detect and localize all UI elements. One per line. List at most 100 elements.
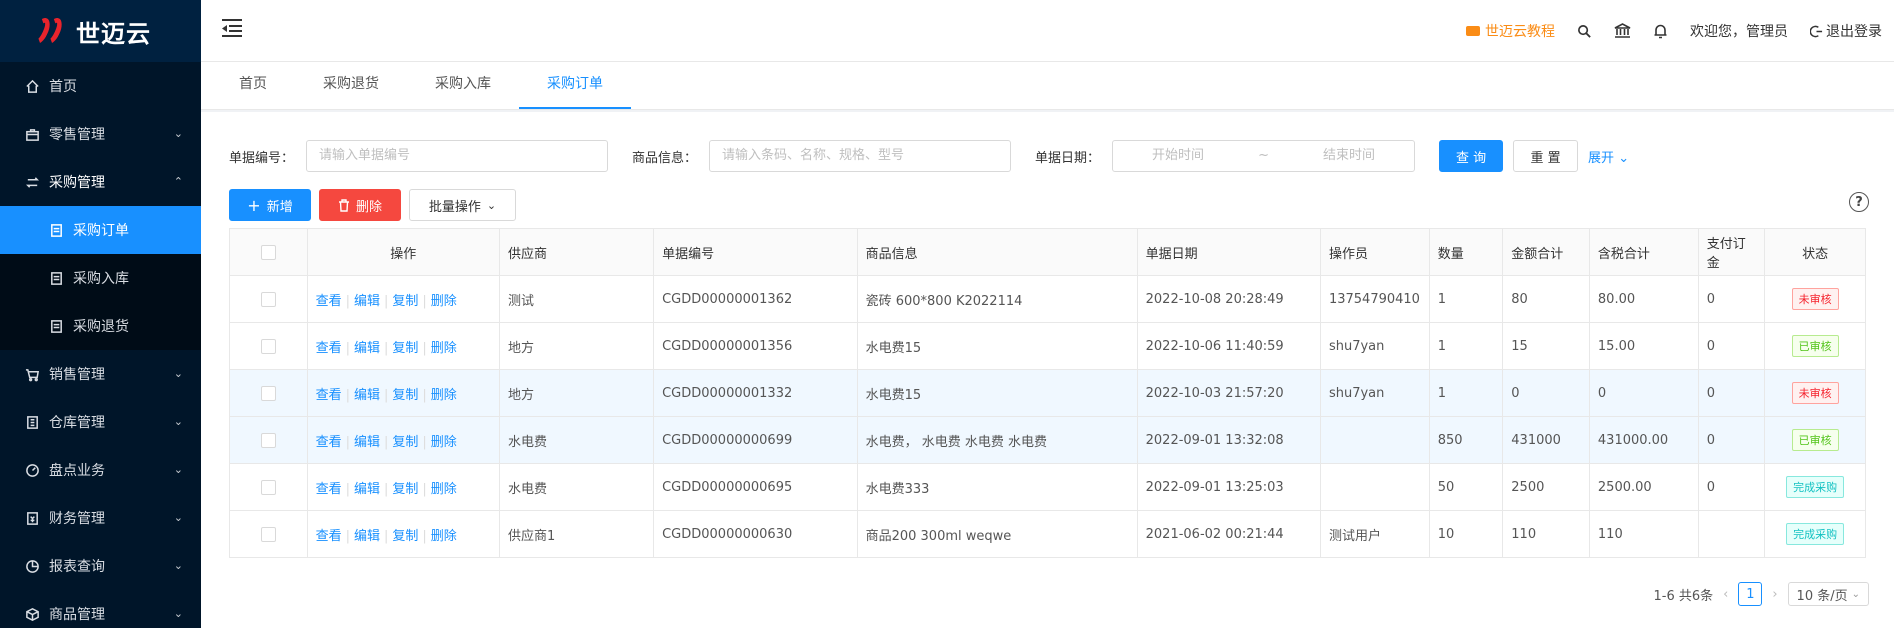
copy-link[interactable]: 复制 bbox=[392, 435, 418, 450]
view-link[interactable]: 查看 bbox=[316, 341, 342, 356]
select-all-checkbox[interactable] bbox=[260, 244, 276, 260]
end-date-input[interactable]: 结束时间 bbox=[1323, 141, 1375, 171]
page-number[interactable]: 1 bbox=[1738, 582, 1763, 606]
delete-link[interactable]: 删除 bbox=[431, 341, 457, 356]
sidebar-item-retail[interactable]: 零售管理 ⌄ bbox=[0, 110, 201, 158]
page-size-select[interactable]: 10 条/页 ⌄ bbox=[1787, 582, 1869, 606]
chevron-down-icon: ⌄ bbox=[173, 511, 183, 524]
tutorial-link[interactable]: 世迈云教程 bbox=[1466, 21, 1555, 41]
sidebar-item-label: 销售管理 bbox=[49, 367, 105, 383]
view-link[interactable]: 查看 bbox=[316, 529, 342, 544]
expand-link[interactable]: 展开 ⌄ bbox=[1588, 147, 1629, 166]
sidebar-item-label: 仓库管理 bbox=[49, 415, 105, 431]
sidebar-item-warehouse[interactable]: 仓库管理 ⌄ bbox=[0, 398, 201, 446]
cell-no: CGDD00000001356 bbox=[653, 322, 858, 370]
sidebar-item-purchase-return[interactable]: 采购退货 bbox=[0, 302, 201, 350]
edit-link[interactable]: 编辑 bbox=[354, 529, 380, 544]
bank-icon[interactable] bbox=[1614, 23, 1631, 39]
action-separator: | bbox=[345, 387, 350, 403]
view-link[interactable]: 查看 bbox=[316, 294, 342, 309]
trash-icon bbox=[338, 198, 349, 212]
chevron-down-icon: ⌄ bbox=[486, 198, 497, 212]
edit-link[interactable]: 编辑 bbox=[354, 435, 380, 450]
view-link[interactable]: 查看 bbox=[316, 388, 342, 403]
row-checkbox[interactable] bbox=[260, 526, 276, 542]
cell-status: 完成采购 bbox=[1764, 463, 1866, 511]
doc-no-input[interactable]: 请输入单据编号 bbox=[306, 140, 609, 172]
row-checkbox[interactable] bbox=[260, 291, 276, 307]
sidebar-item-inventory[interactable]: 盘点业务 ⌄ bbox=[0, 446, 201, 494]
row-checkbox[interactable] bbox=[260, 385, 276, 401]
cell-supplier: 地方 bbox=[498, 369, 655, 417]
next-page-icon[interactable]: › bbox=[1772, 587, 1777, 602]
plus-icon: + bbox=[247, 195, 261, 215]
tab-purchase-return[interactable]: 采购退货 bbox=[295, 65, 407, 109]
status-badge: 完成采购 bbox=[1786, 523, 1845, 545]
add-button[interactable]: + 新增 bbox=[229, 189, 311, 221]
delete-button[interactable]: 删除 bbox=[319, 189, 401, 221]
sidebar-item-purchase-in[interactable]: 采购入库 bbox=[0, 254, 201, 302]
query-button[interactable]: 查 询 bbox=[1439, 140, 1504, 172]
column-header: 支付订金 bbox=[1697, 228, 1766, 276]
tab-purchase-in[interactable]: 采购入库 bbox=[407, 65, 519, 109]
gauge-icon bbox=[24, 462, 40, 478]
sidebar-item-label: 财务管理 bbox=[49, 511, 105, 527]
copy-link[interactable]: 复制 bbox=[392, 482, 418, 497]
sidebar-item-home[interactable]: 首页 bbox=[0, 62, 201, 110]
copy-link[interactable]: 复制 bbox=[392, 294, 418, 309]
row-actions: 查看 | 编辑 | 复制 | 删除 bbox=[306, 510, 500, 558]
cell-amount: 0 bbox=[1502, 369, 1590, 417]
action-separator: | bbox=[383, 528, 389, 544]
status-badge: 未审核 bbox=[1791, 288, 1839, 310]
date-range-picker[interactable]: 开始时间 ~ 结束时间 bbox=[1112, 140, 1416, 172]
row-checkbox[interactable] bbox=[260, 432, 276, 448]
tab-home[interactable]: 首页 bbox=[211, 65, 295, 109]
cell-operator bbox=[1319, 463, 1430, 511]
status-badge: 已审核 bbox=[1791, 335, 1839, 357]
edit-link[interactable]: 编辑 bbox=[354, 341, 380, 356]
start-date-input[interactable]: 开始时间 bbox=[1152, 141, 1204, 171]
edit-link[interactable]: 编辑 bbox=[354, 294, 380, 309]
sidebar-item-reports[interactable]: 报表查询 ⌄ bbox=[0, 542, 201, 590]
tab-purchase-order[interactable]: 采购订单 bbox=[519, 65, 631, 109]
cart-icon bbox=[24, 366, 40, 382]
action-separator: | bbox=[422, 481, 427, 497]
sidebar-item-goods[interactable]: 商品管理 ⌄ bbox=[0, 590, 201, 628]
sidebar-item-purchase[interactable]: 采购管理 ⌃ bbox=[0, 158, 201, 206]
row-checkbox[interactable] bbox=[260, 479, 276, 495]
cell-amount: 80 bbox=[1502, 275, 1590, 323]
prev-page-icon[interactable]: ‹ bbox=[1723, 587, 1728, 602]
menu-fold-icon[interactable] bbox=[221, 18, 243, 38]
copy-link[interactable]: 复制 bbox=[392, 341, 418, 356]
delete-link[interactable]: 删除 bbox=[431, 294, 457, 309]
sidebar-item-sales[interactable]: 销售管理 ⌄ bbox=[0, 350, 201, 398]
page-size-label: 10 条/页 bbox=[1796, 588, 1848, 604]
goods-input[interactable]: 请输入条码、名称、规格、型号 bbox=[709, 140, 1012, 172]
edit-link[interactable]: 编辑 bbox=[354, 482, 380, 497]
view-link[interactable]: 查看 bbox=[316, 482, 342, 497]
sidebar-item-finance[interactable]: 财务管理 ⌄ bbox=[0, 494, 201, 542]
edit-link[interactable]: 编辑 bbox=[354, 388, 380, 403]
view-link[interactable]: 查看 bbox=[316, 435, 342, 450]
filter-bar: 单据编号： 请输入单据编号 商品信息： 请输入条码、名称、规格、型号 单据日期：… bbox=[229, 140, 1894, 172]
copy-link[interactable]: 复制 bbox=[392, 529, 418, 544]
delete-link[interactable]: 删除 bbox=[431, 482, 457, 497]
batch-actions-dropdown[interactable]: 批量操作 ⌄ bbox=[409, 189, 516, 221]
brand-logo[interactable]: 世迈云 bbox=[0, 0, 201, 62]
sidebar-item-purchase-order[interactable]: 采购订单 bbox=[0, 206, 201, 254]
column-header: 单据日期 bbox=[1136, 228, 1321, 276]
copy-link[interactable]: 复制 bbox=[392, 388, 418, 403]
delete-link[interactable]: 删除 bbox=[431, 529, 457, 544]
help-icon[interactable]: ? bbox=[1849, 192, 1869, 212]
action-separator: | bbox=[422, 293, 427, 309]
delete-link[interactable]: 删除 bbox=[431, 435, 457, 450]
bell-icon[interactable] bbox=[1653, 23, 1668, 39]
action-separator: | bbox=[345, 293, 350, 309]
chevron-down-icon: ⌄ bbox=[173, 127, 183, 140]
cell-goods: 水电费， 水电费 水电费 水电费 bbox=[856, 416, 1138, 464]
search-icon[interactable] bbox=[1577, 24, 1592, 39]
delete-link[interactable]: 删除 bbox=[431, 388, 457, 403]
logout-button[interactable]: 退出登录 bbox=[1810, 21, 1882, 41]
reset-button[interactable]: 重 置 bbox=[1513, 140, 1579, 172]
row-checkbox[interactable] bbox=[260, 338, 276, 354]
